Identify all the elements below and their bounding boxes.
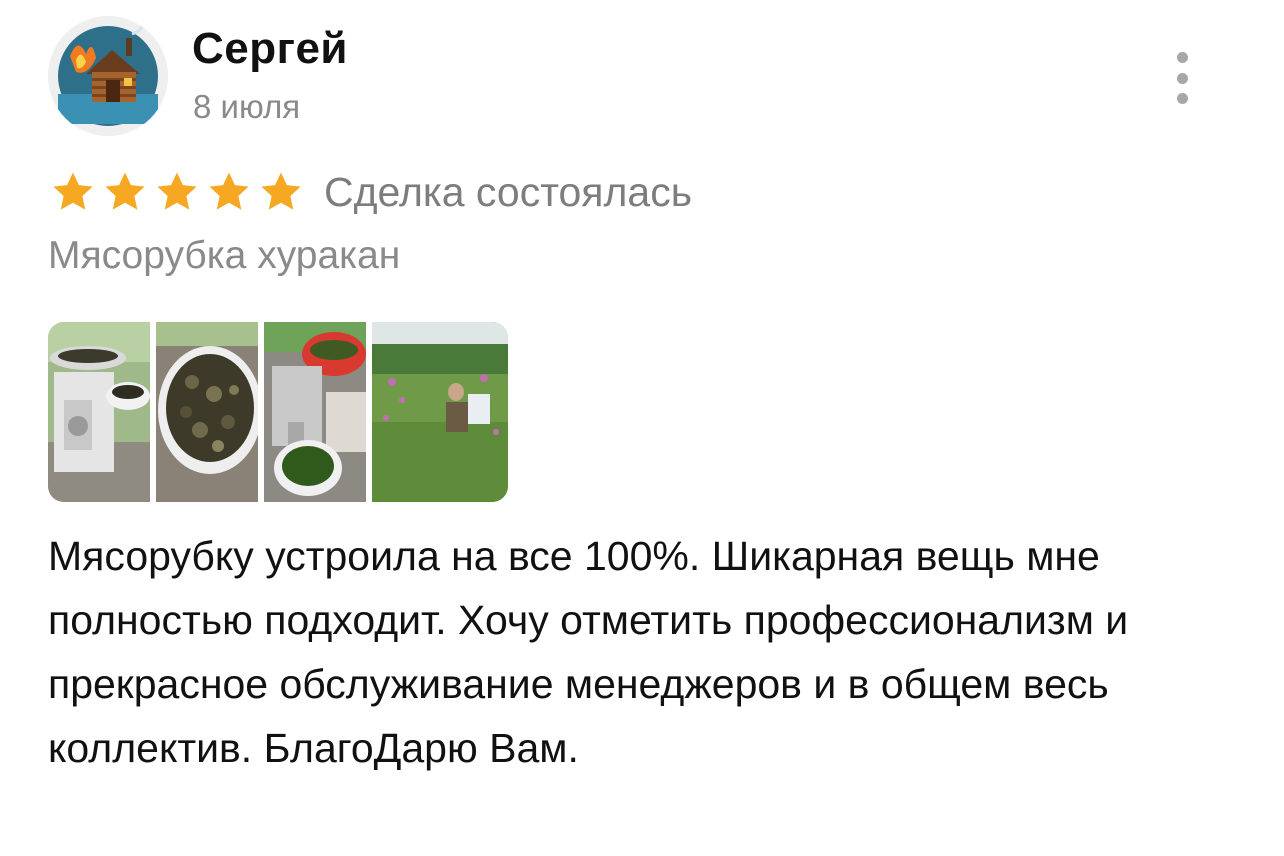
meat-grinder-photo xyxy=(48,322,150,502)
rating-row: Сделка состоялась xyxy=(50,166,692,218)
sauna-house-logo-icon xyxy=(48,16,168,136)
more-options-button[interactable] xyxy=(1166,52,1198,104)
leaves-bowl-photo xyxy=(156,322,258,502)
photo-gallery xyxy=(48,322,508,502)
more-dot xyxy=(1176,52,1188,63)
star-icon xyxy=(209,172,249,210)
more-dot xyxy=(1176,93,1188,104)
grinder-output-photo xyxy=(264,322,366,502)
review-photo[interactable] xyxy=(48,322,150,502)
star-rating xyxy=(50,169,304,215)
star-icon xyxy=(53,172,93,210)
more-dot xyxy=(1176,72,1188,84)
review-text: Мясорубку устроила на все 100%. Шикарная… xyxy=(48,533,1129,771)
avatar[interactable] xyxy=(48,16,168,136)
review-date: 8 июля xyxy=(193,88,301,125)
review-photo[interactable] xyxy=(264,322,366,502)
review-photo[interactable] xyxy=(372,322,508,502)
star-icon xyxy=(105,172,145,210)
star-icon xyxy=(261,172,301,210)
review-photo[interactable] xyxy=(156,322,258,502)
product-name[interactable]: Мясорубка хуракан xyxy=(48,234,400,278)
fireweed-field-photo xyxy=(372,322,508,502)
star-icon xyxy=(157,172,197,210)
deal-status: Сделка состоялась xyxy=(324,168,693,215)
author-name[interactable]: Сергей xyxy=(192,24,348,74)
